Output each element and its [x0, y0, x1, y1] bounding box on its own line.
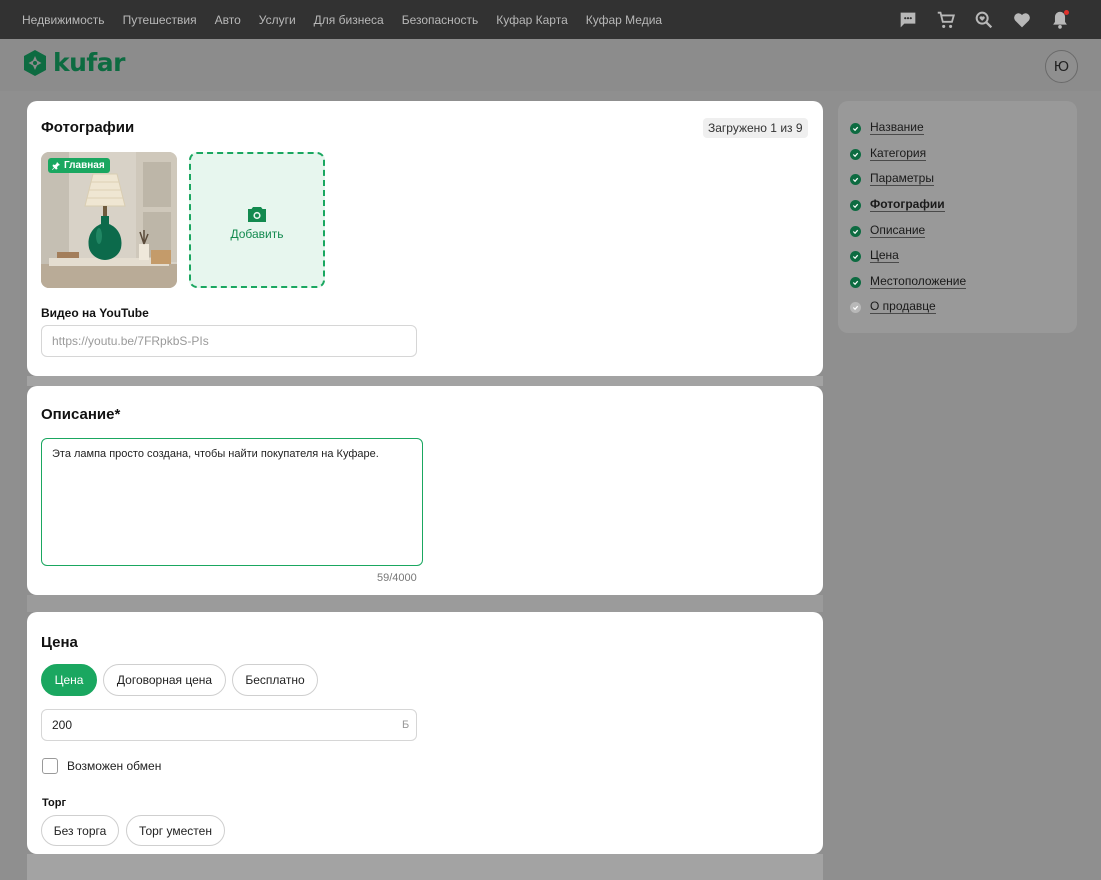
check-icon	[850, 199, 861, 211]
top-nav: Недвижимость Путешествия Авто Услуги Для…	[22, 0, 680, 39]
topnav-link-business[interactable]: Для бизнеса	[314, 13, 384, 27]
sidebar-item-price[interactable]: Цена	[850, 248, 899, 264]
sidebar-item-description[interactable]: Описание	[850, 223, 926, 239]
bargain-option-allowed[interactable]: Торг уместен	[126, 815, 225, 846]
check-icon	[850, 173, 861, 185]
exchange-label: Возможен обмен	[67, 759, 162, 773]
description-title: Описание*	[41, 406, 121, 423]
card-divider	[27, 376, 823, 386]
topnav-link-map[interactable]: Куфар Карта	[496, 13, 568, 27]
description-textarea[interactable]: Эта лампа просто создана, чтобы найти по…	[41, 438, 423, 566]
sidebar-item-title[interactable]: Название	[850, 120, 924, 136]
topnav-link-travel[interactable]: Путешествия	[123, 13, 197, 27]
check-icon	[850, 148, 861, 160]
check-icon	[850, 122, 861, 134]
main-photo-badge: Главная	[48, 158, 110, 173]
sidebar-item-label: Описание	[870, 223, 926, 238]
topnav-link-auto[interactable]: Авто	[215, 13, 241, 27]
logo-text: kufar	[53, 48, 126, 77]
logo-mark-icon	[24, 50, 46, 76]
sidebar-item-label: Фотографии	[870, 197, 945, 212]
price-option-free[interactable]: Бесплатно	[232, 664, 318, 696]
photos-title: Фотографии	[41, 119, 135, 136]
sidebar-item-seller[interactable]: О продавце	[850, 299, 936, 315]
sidebar-item-label: Параметры	[870, 171, 934, 186]
check-icon	[850, 276, 861, 288]
top-bar: Недвижимость Путешествия Авто Услуги Для…	[0, 0, 1101, 39]
topnav-link-realty[interactable]: Недвижимость	[22, 13, 105, 27]
topnav-link-media[interactable]: Куфар Медиа	[586, 13, 662, 27]
sidebar-item-label: Название	[870, 120, 924, 135]
check-icon	[850, 301, 861, 313]
avatar[interactable]: Ю	[1045, 50, 1078, 83]
price-option-price[interactable]: Цена	[41, 664, 97, 696]
topnav-link-security[interactable]: Безопасность	[402, 13, 479, 27]
next-card-edge	[27, 854, 823, 880]
heart-icon[interactable]	[1011, 9, 1033, 31]
sidebar-item-category[interactable]: Категория	[850, 146, 927, 162]
card-divider	[27, 595, 823, 612]
add-photo-button[interactable]: Добавить	[189, 152, 325, 288]
header: kufar Ю	[0, 39, 1101, 91]
bargain-label: Торг	[42, 797, 67, 809]
notification-dot	[1064, 10, 1069, 15]
main-photo[interactable]: Главная	[41, 152, 177, 288]
bell-icon[interactable]	[1049, 9, 1071, 31]
pin-icon	[52, 161, 60, 170]
logo[interactable]: kufar	[22, 48, 126, 77]
add-photo-label: Добавить	[230, 227, 284, 241]
sidebar-item-location[interactable]: Местоположение	[850, 274, 967, 290]
main-photo-badge-label: Главная	[64, 160, 105, 171]
top-icons	[881, 9, 1071, 31]
sidebar-item-photos[interactable]: Фотографии	[850, 197, 945, 213]
search-heart-icon[interactable]	[973, 9, 995, 31]
price-option-negotiable[interactable]: Договорная цена	[103, 664, 226, 696]
sidebar-item-label: Цена	[870, 248, 899, 263]
youtube-label: Видео на YouTube	[41, 306, 149, 320]
uploaded-count-badge: Загружено 1 из 9	[703, 118, 808, 138]
sidebar-item-label: О продавце	[870, 299, 936, 314]
check-icon	[850, 250, 861, 262]
sidebar-item-label: Категория	[870, 146, 927, 161]
sidebar-item-label: Местоположение	[870, 274, 967, 289]
currency-label: Б	[402, 719, 410, 731]
cart-icon[interactable]	[935, 9, 957, 31]
check-icon	[850, 225, 861, 237]
description-counter: 59/4000	[377, 572, 417, 584]
chat-icon[interactable]	[897, 9, 919, 31]
price-input[interactable]	[41, 709, 417, 741]
progress-sidebar: Название Категория Параметры Фотографии …	[838, 101, 1077, 333]
price-title: Цена	[41, 634, 78, 651]
bargain-option-none[interactable]: Без торга	[41, 815, 119, 846]
exchange-checkbox[interactable]	[42, 758, 58, 774]
camera-icon	[248, 207, 266, 222]
sidebar-item-params[interactable]: Параметры	[850, 171, 934, 187]
youtube-input[interactable]	[41, 325, 417, 357]
topnav-link-services[interactable]: Услуги	[259, 13, 296, 27]
